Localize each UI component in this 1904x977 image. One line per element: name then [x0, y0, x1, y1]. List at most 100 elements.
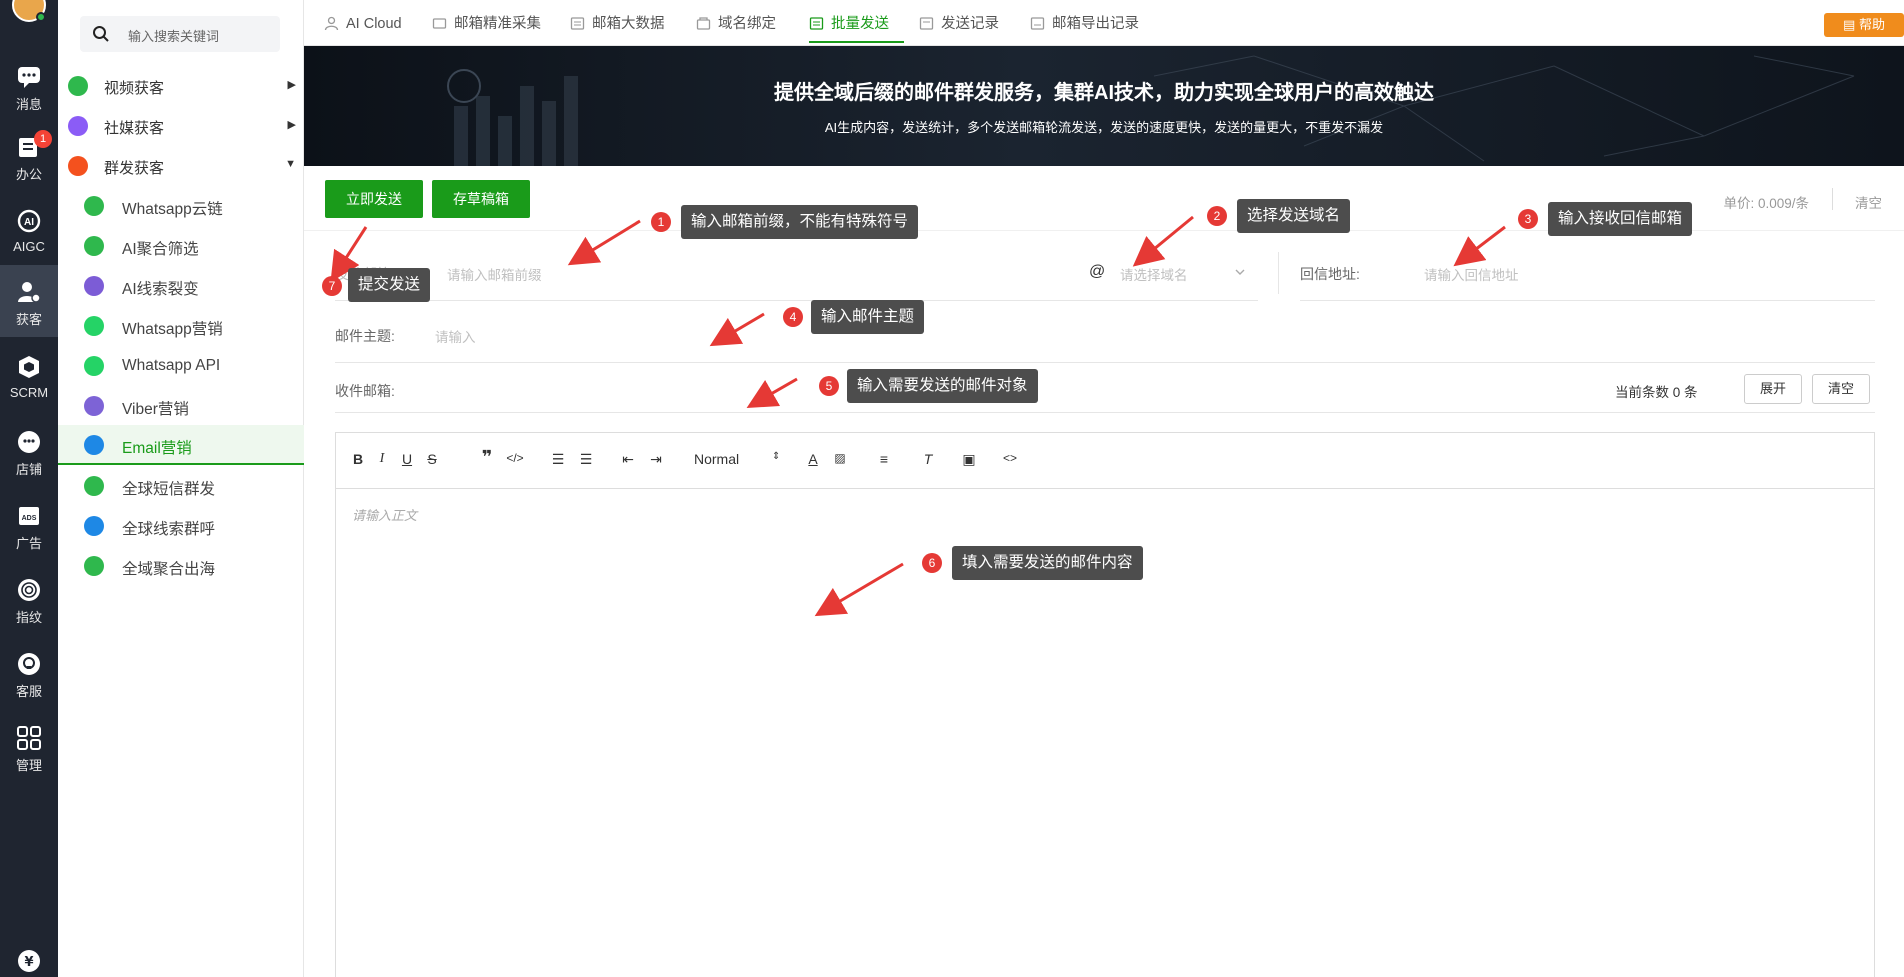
italic-icon[interactable]: I [374, 451, 390, 471]
tab-email-bigdata[interactable]: 邮箱大数据 [570, 0, 665, 43]
menu-item-global[interactable]: 全域聚合出海 [58, 546, 304, 586]
menu-item-whatsapp-marketing[interactable]: Whatsapp营销 [58, 306, 304, 346]
broadcast-icon [68, 156, 88, 176]
annotation-number: 2 [1207, 206, 1227, 226]
send-now-button[interactable]: 立即发送 [325, 180, 423, 218]
annotation-number: 5 [819, 376, 839, 396]
align-icon[interactable]: ≡ [875, 451, 893, 471]
annotation-callout: 输入接收回信邮箱 [1548, 202, 1693, 236]
clear-recipients-button[interactable]: 清空 [1812, 374, 1870, 404]
help-label: 帮助 [1858, 17, 1885, 32]
reply-label: 回信地址: [1300, 266, 1360, 282]
annotation-callout: 填入需要发送的邮件内容 [952, 546, 1143, 580]
tab-export-records[interactable]: 邮箱导出记录 [1030, 0, 1139, 43]
chevron-right-icon: ▶ [287, 79, 296, 91]
recipients-label: 收件邮箱: [335, 383, 395, 399]
svg-text:ADS: ADS [22, 515, 37, 522]
expand-button[interactable]: 展开 [1744, 374, 1802, 404]
tab-bulk-send[interactable]: 批量发送 [809, 0, 904, 43]
bullet-list-icon[interactable]: ☰ [577, 451, 595, 471]
rail-item-support[interactable]: 客服 [0, 637, 58, 709]
avatar[interactable] [12, 0, 46, 22]
rail-label: 消息 [15, 97, 42, 112]
editor-body[interactable]: 请输入正文 [352, 505, 417, 524]
tab-bar: AI Cloud 邮箱精准采集 邮箱大数据 域名绑定 批量发送 发送记录 邮箱导… [304, 0, 1904, 46]
menu-group-bulk[interactable]: 群发获客 ▼ [58, 146, 304, 186]
menu-item-whatsapp-api[interactable]: Whatsapp API [58, 346, 304, 386]
indent-icon[interactable]: ⇥ [647, 451, 665, 471]
menu-item-viber[interactable]: Viber营销 [58, 386, 304, 426]
rail-item-scrm[interactable]: SCRM [0, 340, 58, 412]
scrm-icon [19, 356, 39, 378]
menu-item-label: Email营销 [122, 440, 192, 457]
rail-label: 店铺 [15, 462, 42, 477]
rail-item-acquire[interactable]: 获客 [0, 265, 58, 337]
rail-item-office[interactable]: 1 办公 [0, 120, 58, 192]
subject-input[interactable]: 请输入 [435, 326, 476, 346]
whatsapp-icon [84, 316, 104, 336]
billing-icon[interactable]: ¥ [16, 948, 42, 974]
menu-group-social[interactable]: 社媒获客 ▶ [58, 106, 304, 146]
rail-item-messages[interactable]: 消息 [0, 50, 58, 122]
html-source-icon[interactable]: <> [1000, 451, 1020, 471]
strikethrough-icon[interactable]: S [424, 451, 440, 471]
svg-text:¥: ¥ [24, 955, 33, 970]
rail-item-ads[interactable]: ADS 广告 [0, 489, 58, 561]
user-icon [324, 16, 339, 31]
whatsapp-icon [84, 356, 104, 376]
rail-item-fingerprint[interactable]: 指纹 [0, 563, 58, 635]
ai-icon: AI [17, 209, 41, 233]
tab-send-records[interactable]: 发送记录 [919, 0, 999, 43]
leads-icon [84, 276, 104, 296]
reply-input[interactable]: 请输入回信地址 [1424, 264, 1519, 284]
tab-email-collect[interactable]: 邮箱精准采集 [432, 0, 541, 43]
menu-item-sms[interactable]: 全球短信群发 [58, 466, 304, 506]
image-icon[interactable]: ▣ [960, 451, 978, 471]
code-block-icon[interactable]: </> [506, 451, 524, 471]
rail-item-shop[interactable]: 店铺 [0, 415, 58, 487]
domain-select[interactable]: 请选择域名 [1120, 264, 1188, 284]
clear-format-icon[interactable]: T [919, 451, 937, 471]
blockquote-icon[interactable]: ❞ [478, 447, 496, 467]
rail-label: 指纹 [15, 610, 42, 625]
format-select[interactable]: Normal ⇕ [694, 451, 784, 471]
menu-item-label: 全球短信群发 [122, 481, 216, 498]
help-button[interactable]: ▤ 帮助 [1824, 13, 1904, 37]
tab-domain-bind[interactable]: 域名绑定 [696, 0, 776, 43]
customer-service-icon [18, 653, 40, 675]
menu-item-ai-leads[interactable]: AI线索裂变 [58, 266, 304, 306]
outdent-icon[interactable]: ⇤ [619, 451, 637, 471]
menu-item-label: Whatsapp API [122, 357, 221, 374]
background-color-icon[interactable]: ▨ [832, 451, 848, 471]
menu-item-ai-filter[interactable]: AI聚合筛选 [58, 226, 304, 266]
search-placeholder: 输入搜索关键词 [128, 29, 220, 44]
menu-search[interactable]: 输入搜索关键词 [80, 16, 280, 52]
viber-icon [84, 396, 104, 416]
menu-item-whatsapp-cloud[interactable]: Whatsapp云链 [58, 186, 304, 226]
menu-item-call[interactable]: 全球线索群呼 [58, 506, 304, 546]
rail-item-manage[interactable]: 管理 [0, 711, 58, 783]
send-doc-icon [809, 17, 824, 30]
rail-item-aigc[interactable]: AI AIGC [0, 194, 58, 266]
recipient-count: 当前条数 0 条 [1615, 385, 1698, 400]
chevron-down-icon: ▼ [285, 158, 296, 170]
chevron-down-icon[interactable] [1234, 266, 1246, 278]
menu-group-video[interactable]: 视频获客 ▶ [58, 66, 304, 106]
unread-badge: 1 [34, 130, 52, 148]
hero-banner: 提供全域后缀的邮件群发服务，集群AI技术，助力实现全球用户的高效触达 AI生成内… [304, 46, 1904, 166]
annotation-callout: 输入邮件主题 [811, 300, 925, 334]
ordered-list-icon[interactable]: ☰ [549, 451, 567, 471]
save-draft-button[interactable]: 存草稿箱 [432, 180, 530, 218]
clear-all-button[interactable]: 清空 [1855, 192, 1882, 212]
menu-item-email[interactable]: Email营销 [58, 425, 304, 465]
sender-input[interactable]: 请输入邮箱前缀 [447, 264, 542, 284]
menu-group-label: 社媒获客 [104, 120, 165, 137]
menu-item-label: Whatsapp营销 [122, 321, 223, 338]
menu-group-label: 视频获客 [104, 80, 165, 97]
tab-ai-cloud[interactable]: AI Cloud [324, 0, 402, 43]
annotation-number: 7 [322, 276, 342, 296]
text-color-icon[interactable]: A [805, 451, 821, 471]
shop-icon [18, 431, 40, 453]
bold-icon[interactable]: B [350, 451, 366, 471]
underline-icon[interactable]: U [399, 451, 415, 471]
